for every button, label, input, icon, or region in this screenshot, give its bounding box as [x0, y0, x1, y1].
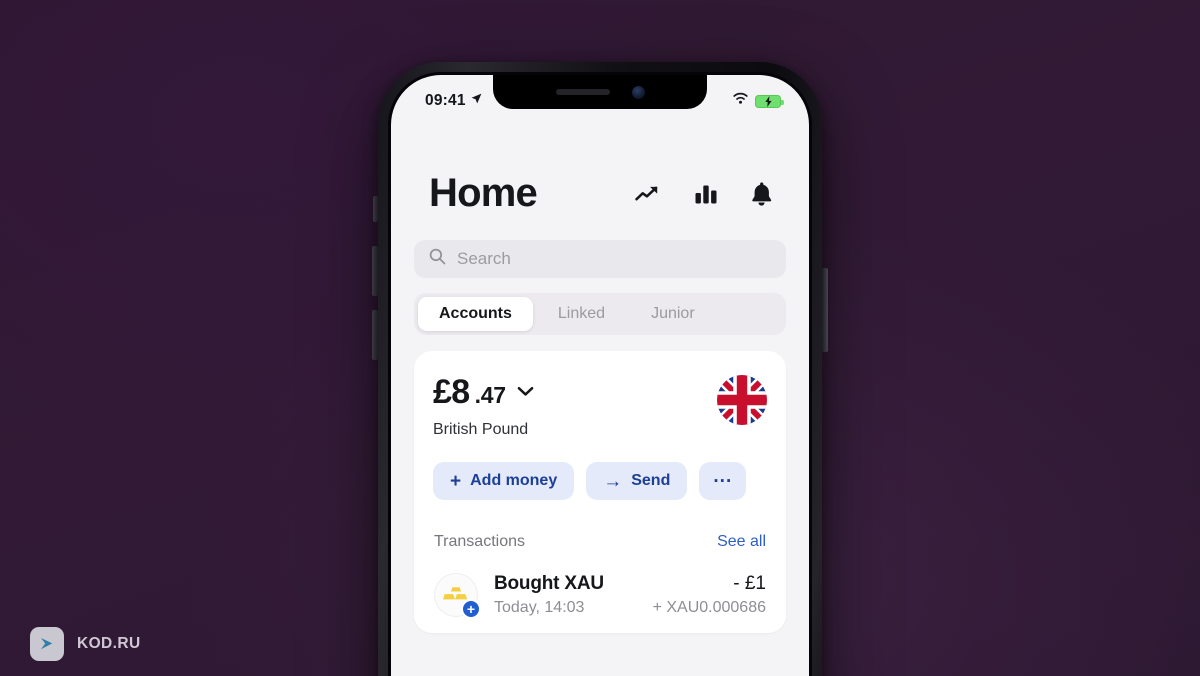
bell-icon[interactable] [750, 181, 773, 207]
watermark-label: KOD.RU [77, 635, 141, 652]
balance-row[interactable]: £8 .47 [433, 373, 534, 412]
account-card-header: £8 .47 British Pound [433, 373, 767, 439]
app-content: Home Search Accounts Linked Junior £8 .4… [391, 119, 809, 676]
power-button[interactable] [822, 268, 828, 352]
plus-icon: + [450, 470, 462, 492]
plus-badge-icon: + [461, 599, 481, 619]
send-label: Send [631, 472, 671, 489]
status-bar-left: 09:41 [425, 92, 483, 110]
watermark: KOD.RU [30, 627, 141, 661]
phone-device: 09:41 Home Search Accounts Linked Junior… [378, 62, 822, 676]
add-money-button[interactable]: + Add money [433, 462, 575, 500]
app-header: Home [413, 119, 787, 216]
transaction-details: Bought XAU Today, 14:03 [494, 573, 637, 617]
add-money-label: Add money [470, 472, 558, 489]
currency-name: British Pound [433, 421, 529, 438]
search-placeholder: Search [457, 249, 511, 268]
more-options-button[interactable]: ··· [699, 462, 747, 500]
transaction-name: Bought XAU [494, 573, 604, 594]
account-card: £8 .47 British Pound + Add money → Send … [414, 351, 786, 633]
header-icon-group [635, 181, 781, 207]
chevron-down-icon[interactable] [517, 384, 534, 402]
status-bar-right [732, 92, 784, 110]
front-camera-icon [631, 85, 645, 99]
account-actions: + Add money → Send ··· [433, 462, 767, 500]
tab-linked[interactable]: Linked [537, 297, 626, 331]
transactions-title: Transactions [434, 533, 525, 550]
arrow-right-icon: → [603, 470, 623, 492]
location-arrow-icon [470, 92, 483, 110]
transaction-amounts: - £1 + XAU0.000686 [653, 573, 766, 617]
balance-block: £8 .47 British Pound [433, 373, 534, 439]
tab-junior[interactable]: Junior [630, 297, 716, 331]
phone-bezel: 09:41 Home Search Accounts Linked Junior… [388, 72, 812, 676]
see-all-link[interactable]: See all [717, 533, 766, 551]
transaction-time: Today, 14:03 [494, 599, 585, 616]
transaction-icon: + [434, 573, 481, 619]
speaker-grille-icon [555, 89, 610, 95]
battery-charging-icon [755, 94, 784, 108]
table-row[interactable]: + Bought XAU Today, 14:03 - £1 + XAU0.00… [433, 573, 767, 619]
balance-amount: £8 [433, 373, 470, 411]
transaction-amount: - £1 [733, 573, 766, 594]
mute-switch-button[interactable] [373, 196, 378, 222]
search-input[interactable]: Search [414, 240, 786, 278]
kod-logo-icon [30, 627, 64, 661]
transactions-header: Transactions See all [433, 533, 767, 551]
bar-chart-icon[interactable] [694, 183, 718, 205]
volume-up-button[interactable] [372, 246, 378, 296]
phone-screen: 09:41 Home Search Accounts Linked Junior… [391, 75, 809, 676]
trending-up-icon[interactable] [635, 184, 662, 204]
wifi-icon [732, 92, 749, 110]
volume-down-button[interactable] [372, 310, 378, 360]
page-title: Home [429, 171, 538, 215]
transaction-subamount: + XAU0.000686 [652, 599, 766, 616]
search-icon [429, 248, 446, 270]
balance-cents: .47 [474, 382, 506, 408]
more-horizontal-icon: ··· [713, 470, 733, 492]
tab-accounts[interactable]: Accounts [418, 297, 533, 331]
send-button[interactable]: → Send [586, 462, 688, 500]
account-tabs: Accounts Linked Junior [414, 293, 786, 335]
uk-flag-icon [717, 375, 767, 425]
status-time: 09:41 [425, 92, 466, 109]
device-notch [493, 75, 707, 109]
